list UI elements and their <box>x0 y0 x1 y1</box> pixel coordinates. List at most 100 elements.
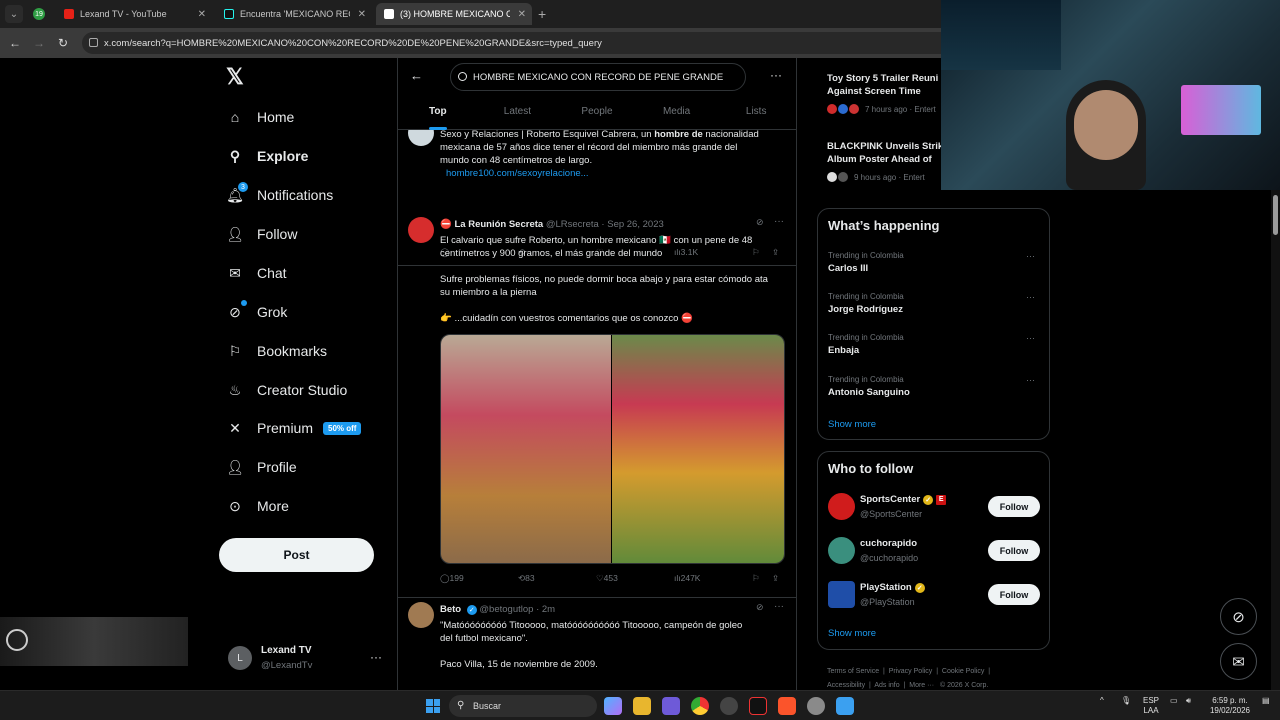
file-explorer-icon[interactable] <box>633 697 651 715</box>
views-count[interactable]: ılı 247K <box>674 573 700 583</box>
tab-group-badge[interactable]: 19 <box>33 8 45 20</box>
footer-link[interactable]: Accessibility <box>827 682 865 689</box>
grok-icon[interactable]: ⊘ <box>756 217 764 228</box>
grok-icon[interactable]: ⊘ <box>756 602 764 613</box>
footer-link[interactable]: Cookie Policy <box>942 668 984 675</box>
avatar[interactable] <box>828 537 855 564</box>
trend-options-icon[interactable]: ··· <box>1026 375 1035 385</box>
like-icon[interactable]: ♡ 453 <box>596 573 618 584</box>
close-tab-icon[interactable]: ✕ <box>198 9 206 20</box>
bookmark-icon[interactable]: ⚐ <box>752 573 760 584</box>
tweet-image[interactable] <box>440 334 785 564</box>
trend-item[interactable]: Jorge Rodríguez <box>828 304 903 315</box>
avatar[interactable] <box>828 493 855 520</box>
post-button[interactable]: Post <box>219 538 374 572</box>
app-icon[interactable] <box>836 697 854 715</box>
tab-top[interactable]: Top <box>398 98 478 130</box>
follow-button[interactable]: Follow <box>988 496 1040 517</box>
sidebar-item-grok[interactable]: ⊘ Grok <box>226 300 287 321</box>
url-field[interactable]: x.com/search?q=HOMBRE%20MEXICANO%20CON%2… <box>82 32 952 54</box>
back-arrow-icon[interactable]: ← <box>410 68 423 83</box>
network-icon[interactable]: ▭ <box>1170 696 1178 706</box>
tweet-author[interactable]: Beto <box>440 604 461 615</box>
taskbar-search[interactable]: ⚲ Buscar <box>449 695 597 717</box>
tweet-handle[interactable]: @betogutlop <box>479 604 533 615</box>
volume-icon[interactable]: 🔊︎ <box>1186 696 1191 706</box>
brave-icon[interactable] <box>778 697 796 715</box>
sidebar-item-follow[interactable]: 👤︎ Follow <box>226 225 297 243</box>
copilot-icon[interactable] <box>604 697 622 715</box>
search-input[interactable]: HOMBRE MEXICANO CON RECORD DE PENE GRAND… <box>450 63 746 91</box>
trend-options-icon[interactable]: ··· <box>1026 333 1035 343</box>
follow-suggestion-name[interactable]: SportsCenter ✓ E <box>860 494 947 505</box>
browser-tab-youtube[interactable]: Lexand TV - YouTube ✕ <box>56 3 212 25</box>
repost-icon[interactable]: ⟲ 83 <box>518 573 535 584</box>
news-item-title[interactable]: Toy Story 5 Trailer Reuni Against Screen … <box>827 72 938 98</box>
clock[interactable]: 6:59 p. m. 19/02/2026 <box>1206 696 1254 716</box>
sidebar-item-bookmarks[interactable]: ⚐ Bookmarks <box>226 342 327 360</box>
sidebar-item-premium[interactable]: ✕ Premium 50% off <box>226 419 362 437</box>
follow-suggestion-name[interactable]: PlayStation ✓ <box>860 582 925 593</box>
tweet-date[interactable]: Sep 26, 2023 <box>607 219 664 230</box>
x-logo-icon[interactable]: 𝕏 <box>226 64 244 90</box>
sidebar-item-more[interactable]: ⊙ More <box>226 497 289 515</box>
account-switcher[interactable]: L Lexand TV @LexandTv ··· <box>228 645 388 675</box>
footer-link[interactable]: Terms of Service <box>827 668 879 675</box>
more-options-icon[interactable]: ··· <box>774 601 784 612</box>
obs-icon[interactable] <box>720 697 738 715</box>
avatar[interactable] <box>408 602 434 628</box>
trend-options-icon[interactable]: ··· <box>1026 292 1035 302</box>
tab-latest[interactable]: Latest <box>478 98 558 130</box>
follow-button[interactable]: Follow <box>988 584 1040 605</box>
browser-tab-x[interactable]: (3) HOMBRE MEXICANO CON R ✕ <box>376 3 532 25</box>
tweet-author[interactable]: La Reunión Secreta <box>454 219 543 230</box>
chrome-icon[interactable] <box>691 697 709 715</box>
forward-arrow-icon[interactable]: → <box>30 36 48 50</box>
tab-people[interactable]: People <box>557 98 637 130</box>
footer-link[interactable]: Privacy Policy <box>889 668 933 675</box>
search-options-icon[interactable]: ··· <box>770 68 782 82</box>
more-options-icon[interactable]: ··· <box>370 650 382 664</box>
sidebar-item-explore[interactable]: ⚲ Explore <box>226 147 309 165</box>
show-more-link[interactable]: Show more <box>828 628 876 639</box>
browser-tab-tiktok[interactable]: Encuentra 'MEXICANO RECORD ✕ <box>216 3 372 25</box>
reply-icon[interactable]: ◯ 199 <box>440 573 464 584</box>
show-more-link[interactable]: Show more <box>828 419 876 430</box>
trend-item[interactable]: Carlos III <box>828 263 868 274</box>
new-tab-button[interactable]: + <box>538 6 546 22</box>
avatar[interactable] <box>828 581 855 608</box>
tweet-link[interactable]: hombre100.com/sexoyrelacione... <box>446 168 589 179</box>
avatar[interactable] <box>408 217 434 243</box>
trend-item[interactable]: Enbaja <box>828 345 859 356</box>
tab-list-button[interactable]: ⌄ <box>5 5 23 23</box>
grok-fab-icon[interactable]: ⊘ <box>1220 598 1257 635</box>
back-arrow-icon[interactable]: ← <box>6 36 24 50</box>
notification-center-icon[interactable]: ▤ <box>1262 696 1270 706</box>
more-options-icon[interactable]: ··· <box>774 216 784 227</box>
teams-icon[interactable] <box>662 697 680 715</box>
trend-item[interactable]: Antonio Sanguino <box>828 387 910 398</box>
tweet[interactable]: Beto ✓ @betogutlop · 2m ⊘ ··· "Matóóóóóó… <box>398 598 796 690</box>
close-tab-icon[interactable]: ✕ <box>518 9 526 20</box>
tiktok-icon[interactable] <box>749 697 767 715</box>
close-tab-icon[interactable]: ✕ <box>358 9 366 20</box>
reload-icon[interactable]: ↻ <box>54 36 72 50</box>
tweet-handle[interactable]: @LRsecreta <box>546 219 599 230</box>
footer-link[interactable]: Ads info <box>874 682 899 689</box>
news-item-title[interactable]: BLACKPINK Unveils Strik Album Poster Ahea… <box>827 140 943 166</box>
share-icon[interactable]: ⇪ <box>772 573 779 584</box>
tweet-date[interactable]: 2m <box>542 604 555 615</box>
tab-lists[interactable]: Lists <box>716 98 796 130</box>
sidebar-item-chat[interactable]: ✉ Chat <box>226 264 286 282</box>
language-indicator[interactable]: ESP LAA <box>1143 696 1159 716</box>
scrollbar-thumb[interactable] <box>1273 195 1278 235</box>
messages-fab-icon[interactable]: ✉ <box>1220 643 1257 680</box>
sidebar-item-home[interactable]: ⌂ Home <box>226 108 295 126</box>
windows-start-icon[interactable] <box>426 699 440 713</box>
follow-button[interactable]: Follow <box>988 540 1040 561</box>
footer-link[interactable]: More ··· <box>909 682 934 689</box>
sidebar-item-profile[interactable]: 👤︎ Profile <box>226 458 297 476</box>
page-scrollbar[interactable] <box>1271 190 1280 690</box>
tab-media[interactable]: Media <box>637 98 717 130</box>
tweet[interactable]: ⛔ La Reunión Secreta @LRsecreta · Sep 26… <box>398 211 796 598</box>
